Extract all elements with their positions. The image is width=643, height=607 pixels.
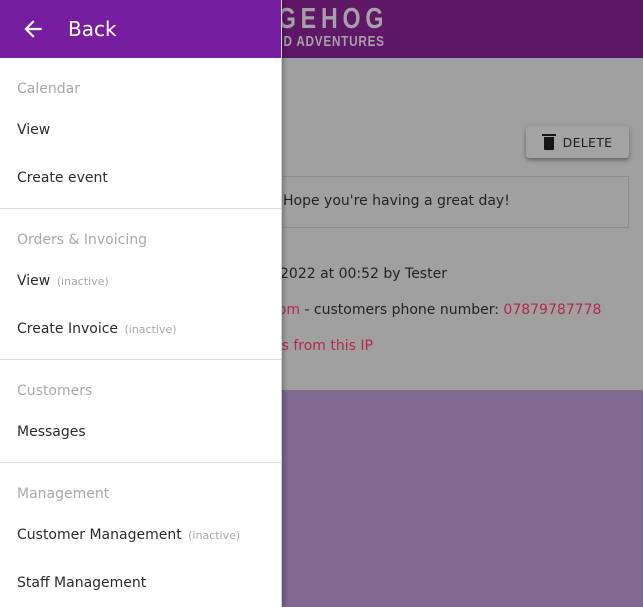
back-label: Back: [68, 17, 117, 41]
customer-phone-link[interactable]: 07879787778: [503, 302, 601, 318]
section-customers: Customers Messages: [0, 360, 281, 463]
message-date-text: 2022 at 00:52 by Tester: [280, 266, 447, 282]
delete-label: DELETE: [562, 134, 613, 150]
arrow-left-icon: [20, 16, 46, 42]
delete-button[interactable]: DELETE: [526, 126, 629, 158]
nav-item-label: Create Invoice: [17, 321, 119, 337]
inactive-tag: (inactive): [188, 529, 241, 542]
nav-item-orders-view[interactable]: View (inactive): [0, 257, 281, 305]
nav-item-messages[interactable]: Messages: [0, 408, 281, 456]
nav-item-calendar-view[interactable]: View: [0, 106, 281, 154]
message-body: Hope you're having a great day!: [283, 193, 510, 209]
nav-item-label: View: [17, 273, 51, 289]
section-title: Orders & Invoicing: [17, 232, 147, 248]
section-title: Customers: [17, 383, 93, 399]
nav-item-create-invoice[interactable]: Create Invoice (inactive): [0, 305, 281, 353]
back-button[interactable]: Back: [0, 0, 281, 58]
section-title: Management: [17, 486, 110, 502]
inactive-tag: (inactive): [56, 275, 109, 288]
nav-item-create-event[interactable]: Create event: [0, 154, 281, 202]
section-calendar: Calendar View Create event: [0, 58, 281, 209]
section-orders-invoicing: Orders & Invoicing View (inactive) Creat…: [0, 209, 281, 360]
nav-item-label: Messages: [17, 424, 86, 440]
nav-item-label: View: [17, 122, 51, 138]
section-title: Calendar: [17, 81, 80, 97]
inactive-tag: (inactive): [124, 323, 177, 336]
nav-item-label: Customer Management: [17, 527, 182, 543]
section-management: Management Customer Management (inactive…: [0, 463, 281, 607]
nav-item-label: Create event: [17, 170, 108, 186]
block-ip-link[interactable]: es from this IP: [273, 338, 373, 354]
navigation-drawer: Back Calendar View Create event Orders &…: [0, 0, 282, 607]
nav-item-staff-management[interactable]: Staff Management: [0, 559, 281, 607]
trash-icon: [541, 134, 556, 150]
nav-item-customer-management[interactable]: Customer Management (inactive): [0, 511, 281, 559]
nav-item-label: Staff Management: [17, 575, 147, 591]
phone-label: - customers phone number:: [299, 302, 504, 318]
